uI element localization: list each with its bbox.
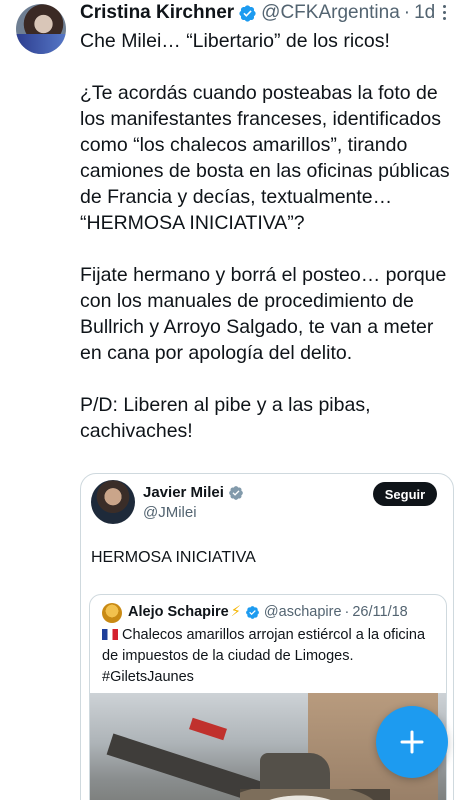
more-options-icon[interactable] (434, 2, 454, 22)
nested-author-name[interactable]: Alejo Schapire (128, 604, 229, 620)
quoted-author-row: Javier Milei (143, 484, 244, 501)
france-flag-icon (102, 629, 118, 640)
nested-author-handle[interactable]: @aschapire (264, 604, 342, 620)
verified-badge-icon (246, 605, 259, 619)
plus-icon (400, 730, 424, 754)
nested-tweet-text: Chalecos amarillos arrojan estiércol a l… (102, 627, 426, 685)
nested-author-row: Alejo Schapire ⚡ @aschapire · 26/11/18 (128, 604, 408, 620)
nested-author-avatar[interactable] (102, 603, 122, 623)
verified-badge-icon (229, 485, 243, 500)
tweet-header: Cristina Kirchner @CFKArgentina · 1d (80, 0, 460, 26)
quoted-author-name[interactable]: Javier Milei (143, 484, 224, 501)
author-name[interactable]: Cristina Kirchner (80, 2, 234, 24)
compose-button[interactable] (376, 706, 448, 778)
quoted-author-handle[interactable]: @JMilei (143, 504, 197, 521)
separator-dot: · (403, 2, 411, 23)
follow-button[interactable]: Seguir (373, 482, 437, 506)
nested-tweet-date[interactable]: 26/11/18 (352, 604, 407, 620)
quoted-tweet-text: HERMOSA INICIATIVA (91, 549, 256, 566)
nested-tweet-text-row: Chalecos amarillos arrojan estiércol a l… (102, 625, 442, 688)
author-handle[interactable]: @CFKArgentina (261, 2, 400, 24)
tweet-timestamp[interactable]: 1d (414, 2, 435, 24)
tweet-author-avatar[interactable] (16, 4, 66, 54)
verified-badge-icon (239, 4, 256, 22)
tweet-text: Che Milei… “Libertario” de los ricos! ¿T… (80, 30, 450, 442)
quoted-author-avatar[interactable] (91, 480, 135, 524)
separator-dot: · (344, 604, 350, 620)
lightning-icon: ⚡ (230, 604, 241, 620)
